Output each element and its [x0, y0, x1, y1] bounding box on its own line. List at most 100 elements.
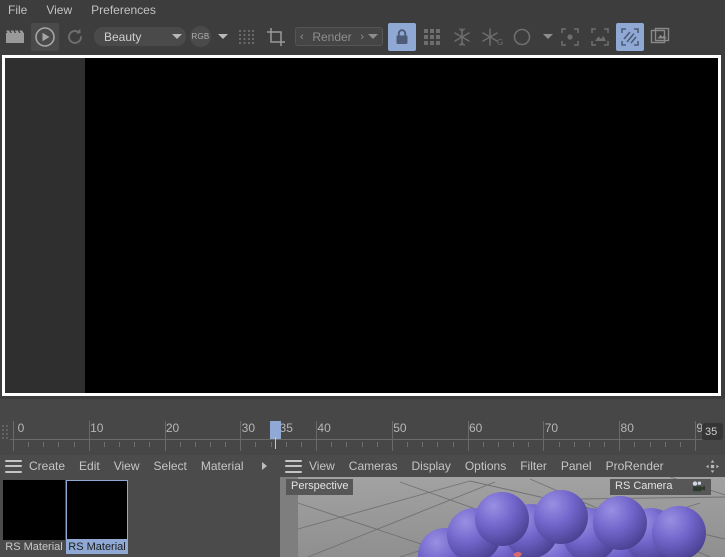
timeline-minor-tick: [679, 442, 681, 447]
menu-panel[interactable]: Panel: [561, 459, 592, 473]
menu-display[interactable]: Display: [411, 459, 450, 473]
timeline-minor-tick: [497, 442, 499, 447]
timeline-minor-tick: [58, 442, 60, 447]
rgb-channel-button[interactable]: RGB: [190, 26, 211, 47]
viewport-3d[interactable]: Perspective RS Camera: [280, 477, 725, 557]
hamburger-menu-icon[interactable]: [5, 459, 22, 473]
menu-create[interactable]: Create: [29, 459, 65, 473]
rgb-dropdown-arrow[interactable]: [212, 23, 230, 51]
material-preview[interactable]: [3, 480, 65, 540]
snowflake-g-icon[interactable]: G: [478, 23, 506, 51]
material-name[interactable]: RS Material: [66, 540, 128, 554]
chevron-down-icon: [218, 34, 228, 39]
render-toolbar: Beauty RGB ‹ Render › G: [0, 20, 725, 53]
lock-icon[interactable]: [388, 22, 416, 51]
clapperboard-icon[interactable]: [1, 23, 29, 51]
timeline-minor-tick: [285, 442, 287, 447]
timeline-minor-tick: [103, 442, 105, 447]
timeline-minor-tick: [179, 442, 181, 447]
timeline-tick-label: 40: [317, 421, 331, 435]
timeline[interactable]: 010203035405060708090 35: [0, 399, 725, 455]
timeline-minor-tick: [331, 442, 333, 447]
material-name[interactable]: RS Material: [3, 540, 65, 554]
timeline-minor-tick: [225, 442, 227, 447]
four-way-move-icon[interactable]: [705, 459, 720, 474]
render-output-image[interactable]: [85, 58, 718, 393]
timeline-minor-tick: [119, 442, 121, 447]
play-render-icon[interactable]: [31, 22, 59, 51]
menu-preferences[interactable]: Preferences: [91, 0, 156, 20]
menu-edit[interactable]: Edit: [79, 459, 100, 473]
menu-view[interactable]: View: [114, 459, 140, 473]
material-swatch[interactable]: RS Material: [3, 480, 65, 554]
menu-material[interactable]: Material: [201, 459, 244, 473]
camera-icon[interactable]: [692, 481, 706, 492]
timeline-minor-tick: [73, 442, 75, 447]
circle-ab-icon[interactable]: [508, 23, 536, 51]
material-swatch-list[interactable]: RS Material RS Material: [0, 477, 280, 557]
timeline-tick-label: 10: [90, 421, 104, 435]
timeline-minor-tick: [513, 442, 515, 447]
menu-view[interactable]: View: [46, 0, 72, 20]
menu-file[interactable]: File: [8, 0, 27, 20]
timeline-minor-tick: [573, 442, 575, 447]
timeline-tick-label: 80: [620, 421, 634, 435]
more-menu-arrow-icon[interactable]: [261, 462, 267, 470]
current-frame-value: 35: [705, 425, 718, 438]
menu-view[interactable]: View: [309, 459, 335, 473]
timeline-tick-label: 0: [17, 421, 25, 435]
timeline-minor-tick: [437, 442, 439, 447]
render-history-select[interactable]: ‹ Render ›: [295, 27, 383, 46]
crop-region-icon[interactable]: [262, 23, 290, 51]
timeline-tick-label: 20: [165, 421, 180, 435]
compare-diagonal-icon[interactable]: [616, 22, 644, 51]
cinema4d-render-window: File View Preferences Beauty RGB ‹ Rende…: [0, 0, 725, 557]
timeline-tick-label: 30: [241, 421, 256, 435]
fit-image-icon[interactable]: [586, 23, 614, 51]
menu-prorender[interactable]: ProRender: [606, 459, 664, 473]
viewport-pane: View Cameras Display Options Filter Pane…: [280, 455, 725, 557]
material-manager-menu: Create Edit View Select Material: [0, 455, 280, 477]
timeline-ruler[interactable]: 010203035405060708090: [10, 421, 710, 453]
timeline-grip[interactable]: [2, 425, 10, 439]
render-view[interactable]: [2, 55, 721, 396]
viewport-menu: View Cameras Display Options Filter Pane…: [280, 455, 725, 477]
timeline-minor-tick: [346, 442, 348, 447]
timeline-minor-tick: [558, 442, 560, 447]
current-frame-field[interactable]: 35: [702, 423, 723, 440]
snowflake-icon[interactable]: [448, 23, 476, 51]
render-settings-strip[interactable]: [5, 58, 85, 393]
circle-ab-dropdown-arrow[interactable]: [538, 23, 554, 51]
render-view-inner: [5, 58, 718, 393]
top-menu-bar: File View Preferences: [0, 0, 725, 20]
dot-grid-icon[interactable]: [232, 23, 260, 51]
material-preview[interactable]: [66, 480, 128, 540]
channel-select[interactable]: Beauty: [94, 27, 186, 46]
timeline-minor-tick: [588, 442, 590, 447]
image-stack-icon[interactable]: [646, 23, 674, 51]
rgb-label: RGB: [191, 32, 210, 41]
timeline-minor-tick: [134, 442, 136, 447]
viewport-camera-label: RS Camera: [615, 480, 673, 492]
pick-center-icon[interactable]: [556, 23, 584, 51]
timeline-minor-tick: [649, 442, 651, 447]
timeline-minor-tick: [270, 442, 272, 447]
menu-select[interactable]: Select: [154, 459, 187, 473]
material-swatch[interactable]: RS Material: [66, 480, 128, 554]
swatch-grid-icon[interactable]: [418, 23, 446, 51]
viewport-camera-tag[interactable]: RS Camera: [610, 479, 712, 495]
timeline-minor-tick: [482, 442, 484, 447]
render-history-value: Render: [312, 29, 352, 44]
hamburger-menu-icon[interactable]: [285, 459, 302, 473]
menu-cameras[interactable]: Cameras: [349, 459, 398, 473]
timeline-tick-label: 50: [393, 421, 407, 435]
refresh-icon[interactable]: [61, 23, 89, 51]
timeline-minor-tick: [210, 442, 212, 447]
menu-options[interactable]: Options: [465, 459, 506, 473]
chevron-down-icon: [172, 34, 182, 39]
timeline-minor-tick: [43, 442, 45, 447]
chevron-down-icon: [543, 34, 553, 39]
timeline-minor-tick: [422, 442, 424, 447]
timeline-baseline: [10, 439, 702, 440]
menu-filter[interactable]: Filter: [520, 459, 547, 473]
